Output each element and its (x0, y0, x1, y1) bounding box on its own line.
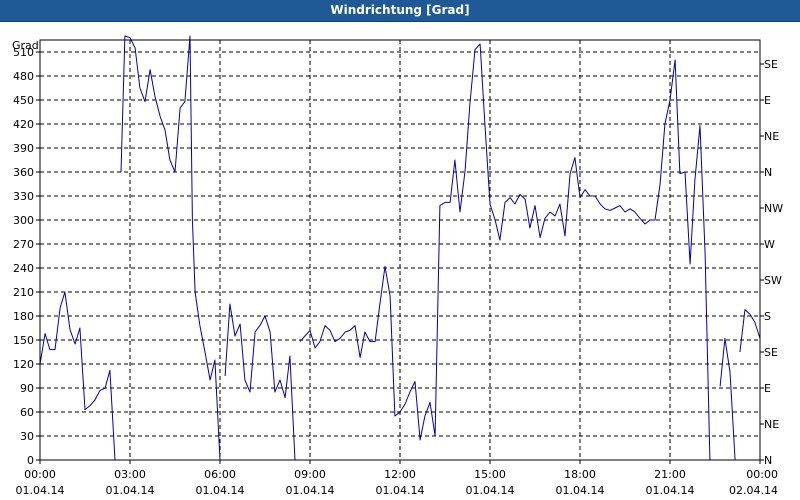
x-tick-label: 15:00 (474, 468, 506, 481)
chart-window: Windrichtung [Grad] 0 30 60 90 120 150 180 210 2… (0, 0, 800, 500)
x-tick-label: 00:00 (746, 468, 778, 481)
y-tick-label: 480 (13, 70, 34, 83)
y-tick-label: 240 (13, 262, 34, 275)
y-tick-label: 0 (27, 454, 34, 467)
x-tick-label: 12:00 (384, 468, 416, 481)
y-tick-label: 330 (13, 190, 34, 203)
y2-tick-label: E (764, 382, 771, 395)
y2-tick-label: SE (764, 346, 778, 359)
y-tick-label: 420 (13, 118, 34, 131)
y-tick-label: 210 (13, 286, 34, 299)
x-tick-date-label: 01.04.14 (376, 484, 425, 497)
y2-tick-label: E (764, 94, 771, 107)
x-tick-date-label: 01.04.14 (556, 484, 605, 497)
x-tick-label: 18:00 (564, 468, 596, 481)
y-tick-label: 30 (20, 430, 34, 443)
y-tick-label: 360 (13, 166, 34, 179)
y2-tick-label: W (764, 238, 775, 251)
y2-tick-label: NE (764, 418, 779, 431)
y-tick-label: 120 (13, 358, 34, 371)
y-tick-label: 270 (13, 238, 34, 251)
y2-tick-label: N (764, 166, 772, 179)
y-tick-label: 90 (20, 382, 34, 395)
y2-tick-label: SE (764, 58, 778, 71)
x-tick-label: 06:00 (204, 468, 236, 481)
x-tick-date-label: 01.04.14 (646, 484, 695, 497)
y2-tick-label: NE (764, 130, 779, 143)
y-tick-label: 60 (20, 406, 34, 419)
x-tick-label: 21:00 (654, 468, 686, 481)
y2-tick-label: N (764, 454, 772, 467)
x-tick-date-label: 01.04.14 (106, 484, 155, 497)
y2-tick-label: S (764, 310, 771, 323)
y-tick-label: 300 (13, 214, 34, 227)
x-tick-date-label: 01.04.14 (196, 484, 245, 497)
y-tick-label: 180 (13, 310, 34, 323)
x-tick-label: 00:00 (24, 468, 56, 481)
x-tick-date-label: 02.04.14 (729, 484, 778, 497)
y-tick-label: 150 (13, 334, 34, 347)
x-tick-label: 09:00 (294, 468, 326, 481)
y-tick-label: 450 (13, 94, 34, 107)
x-tick-date-label: 01.04.14 (286, 484, 335, 497)
x-tick-date-label: 01.04.14 (466, 484, 515, 497)
y2-tick-label: NW (764, 202, 783, 215)
x-tick-label: 03:00 (114, 468, 146, 481)
y-axis-label: Grad (12, 39, 39, 52)
x-tick-date-label: 01.04.14 (16, 484, 65, 497)
y-tick-label: 390 (13, 142, 34, 155)
y2-tick-label: SW (764, 274, 782, 287)
line-chart: 0 30 60 90 120 150 180 210 240 270 300 330 360 390 420… (12, 35, 783, 497)
